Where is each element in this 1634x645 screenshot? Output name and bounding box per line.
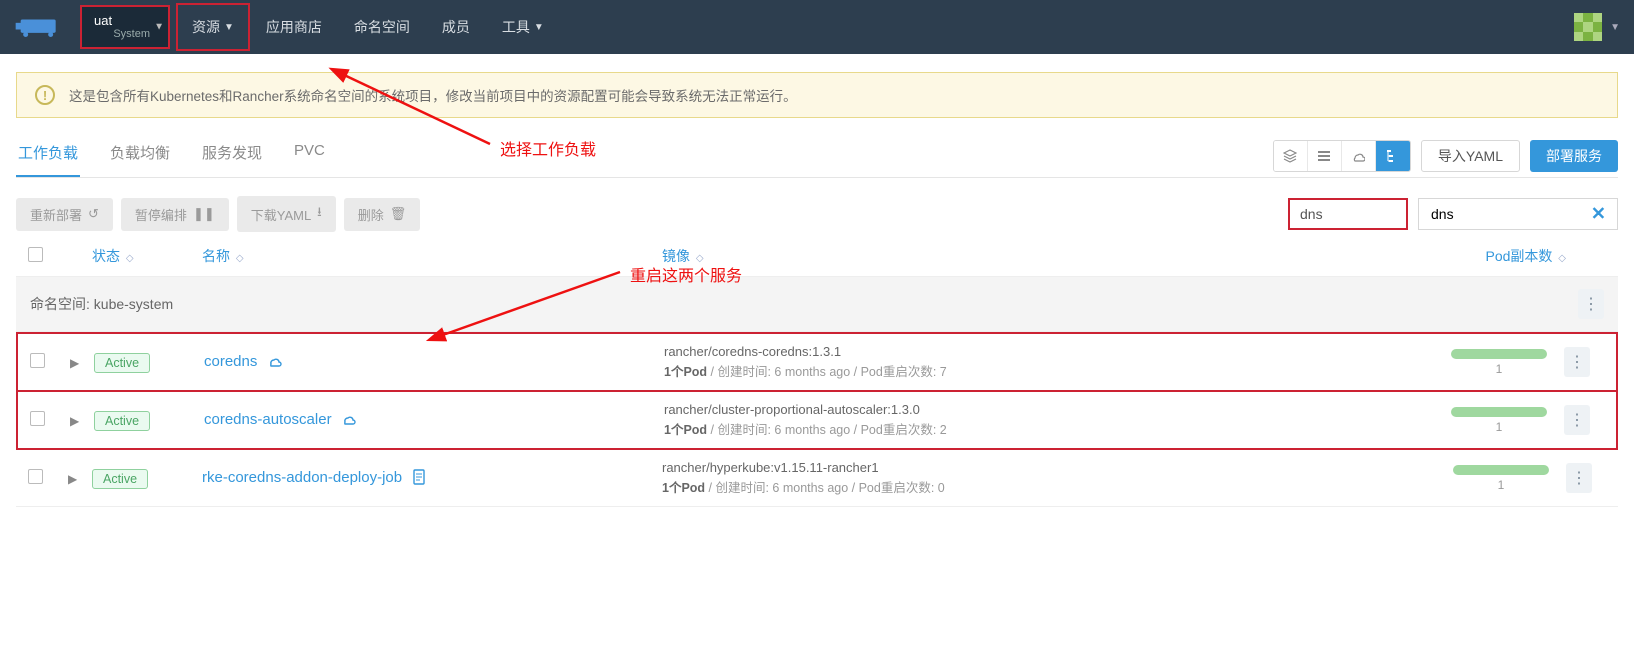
tab-workloads[interactable]: 工作负载 bbox=[16, 134, 80, 177]
nav-appstore[interactable]: 应用商店 bbox=[250, 0, 338, 54]
namespace-label: 命名空间: kube-system bbox=[30, 294, 173, 314]
row-checkbox[interactable] bbox=[30, 411, 45, 426]
image-name: rancher/hyperkube:v1.15.11-rancher1 bbox=[662, 460, 1436, 475]
env-dropdown[interactable]: uat System ▼ bbox=[80, 5, 170, 49]
user-menu[interactable]: ▼ bbox=[1574, 13, 1620, 41]
col-pods[interactable]: Pod副本数 ◇ bbox=[1436, 246, 1566, 266]
image-meta: 1个Pod / 创建时间: 6 months ago / Pod重启次数: 2 bbox=[664, 419, 1434, 438]
sort-icon: ◇ bbox=[1558, 253, 1566, 264]
nav-members[interactable]: 成员 bbox=[426, 0, 486, 54]
status-badge: Active bbox=[94, 411, 150, 431]
table-row: ▶ Active rke-coredns-addon-deploy-job ranc… bbox=[16, 450, 1618, 507]
download-yaml-button[interactable]: 下载YAML ⭳ bbox=[237, 196, 336, 232]
chevron-down-icon: ▼ bbox=[1610, 22, 1620, 33]
view-toggles bbox=[1273, 140, 1411, 172]
nav-items: 资源 ▼ 应用商店 命名空间 成员 工具 ▼ bbox=[176, 0, 560, 54]
chevron-down-icon: ▼ bbox=[154, 22, 164, 33]
table-row: ▶ Active coredns-autoscaler rancher/cluste… bbox=[16, 392, 1618, 450]
image-meta: 1个Pod / 创建时间: 6 months ago / Pod重启次数: 0 bbox=[662, 477, 1436, 496]
search-input[interactable] bbox=[1418, 198, 1618, 230]
chevron-down-icon: ▼ bbox=[534, 22, 544, 33]
sort-icon: ◇ bbox=[696, 253, 704, 264]
avatar bbox=[1574, 13, 1602, 41]
pause-icon: ❚❚ bbox=[193, 206, 215, 222]
row-menu-button[interactable]: ⋮ bbox=[1564, 347, 1590, 377]
warning-icon: ! bbox=[35, 85, 55, 105]
pod-count: 1 bbox=[1434, 362, 1564, 376]
document-icon bbox=[412, 472, 426, 488]
top-nav: uat System ▼ 资源 ▼ 应用商店 命名空间 成员 工具 ▼ ▼ bbox=[0, 0, 1634, 54]
expand-icon[interactable]: ▶ bbox=[70, 414, 79, 428]
nav-namespaces[interactable]: 命名空间 bbox=[338, 0, 426, 54]
image-meta: 1个Pod / 创建时间: 6 months ago / Pod重启次数: 7 bbox=[664, 361, 1434, 380]
redeploy-button[interactable]: 重新部署 ↺ bbox=[16, 198, 113, 231]
row-checkbox[interactable] bbox=[30, 353, 45, 368]
row-menu-button[interactable]: ⋮ bbox=[1566, 463, 1592, 493]
col-name[interactable]: 名称 ◇ bbox=[202, 246, 662, 266]
status-badge: Active bbox=[94, 353, 150, 373]
nav-tools[interactable]: 工具 ▼ bbox=[486, 0, 560, 54]
col-state[interactable]: 状态 ◇ bbox=[92, 246, 202, 266]
tab-row: 工作负载 负载均衡 服务发现 PVC 导入YAML 部署服务 bbox=[16, 134, 1618, 178]
chevron-down-icon: ▼ bbox=[224, 22, 234, 33]
import-yaml-button[interactable]: 导入YAML bbox=[1421, 140, 1520, 172]
sort-icon: ◇ bbox=[126, 253, 134, 264]
pod-bar bbox=[1451, 349, 1547, 359]
view-group-icon[interactable] bbox=[1274, 141, 1308, 171]
pod-bar bbox=[1453, 465, 1549, 475]
view-list-icon[interactable] bbox=[1308, 141, 1342, 171]
workload-name-link[interactable]: coredns bbox=[204, 353, 257, 370]
sort-icon: ◇ bbox=[236, 253, 244, 264]
pod-count: 1 bbox=[1434, 420, 1564, 434]
expand-icon[interactable]: ▶ bbox=[68, 472, 77, 486]
toolbar: 重新部署 ↺ 暂停编排 ❚❚ 下载YAML ⭳ 删除 🗑 dns ✕ bbox=[16, 196, 1618, 232]
pause-button[interactable]: 暂停编排 ❚❚ bbox=[121, 198, 229, 231]
status-badge: Active bbox=[92, 469, 148, 489]
env-name: uat bbox=[94, 14, 150, 27]
tab-pvc[interactable]: PVC bbox=[292, 134, 327, 177]
warning-banner: ! 这是包含所有Kubernetes和Rancher系统命名空间的系统项目，修改… bbox=[16, 72, 1618, 118]
workload-name-link[interactable]: rke-coredns-addon-deploy-job bbox=[202, 469, 402, 486]
view-cloud-icon[interactable] bbox=[1342, 141, 1376, 171]
tab-servicediscovery[interactable]: 服务发现 bbox=[200, 134, 264, 177]
table-row: ▶ Active coredns rancher/coredns-coredns:1… bbox=[16, 332, 1618, 392]
trash-icon: 🗑 bbox=[390, 206, 407, 222]
col-image[interactable]: 镜像 ◇ bbox=[662, 246, 1436, 266]
view-tree-icon[interactable] bbox=[1376, 141, 1410, 171]
cloud-icon bbox=[341, 413, 357, 429]
pod-bar bbox=[1451, 407, 1547, 417]
tab-loadbalancing[interactable]: 负载均衡 bbox=[108, 134, 172, 177]
redo-icon: ↺ bbox=[88, 206, 99, 222]
logo bbox=[14, 7, 74, 47]
clear-search-icon[interactable]: ✕ bbox=[1591, 204, 1606, 225]
search-value-display: dns bbox=[1288, 198, 1408, 230]
env-sub: System bbox=[94, 29, 150, 40]
table-header: 状态 ◇ 名称 ◇ 镜像 ◇ Pod副本数 ◇ bbox=[16, 232, 1618, 276]
image-name: rancher/coredns-coredns:1.3.1 bbox=[664, 344, 1434, 359]
deploy-button[interactable]: 部署服务 bbox=[1530, 140, 1618, 172]
delete-button[interactable]: 删除 🗑 bbox=[344, 198, 421, 231]
expand-icon[interactable]: ▶ bbox=[70, 356, 79, 370]
row-menu-button[interactable]: ⋮ bbox=[1564, 405, 1590, 435]
download-icon: ⭳ bbox=[317, 203, 322, 225]
namespace-group-row: 命名空间: kube-system ⋮ bbox=[16, 276, 1618, 332]
row-checkbox[interactable] bbox=[28, 469, 43, 484]
select-all-checkbox[interactable] bbox=[28, 247, 43, 262]
workload-name-link[interactable]: coredns-autoscaler bbox=[204, 411, 332, 428]
banner-text: 这是包含所有Kubernetes和Rancher系统命名空间的系统项目，修改当前… bbox=[69, 85, 797, 105]
cloud-icon bbox=[267, 355, 283, 371]
pod-count: 1 bbox=[1436, 478, 1566, 492]
nav-resources[interactable]: 资源 ▼ bbox=[176, 3, 250, 51]
row-menu-button[interactable]: ⋮ bbox=[1578, 289, 1604, 319]
image-name: rancher/cluster-proportional-autoscaler:… bbox=[664, 402, 1434, 417]
